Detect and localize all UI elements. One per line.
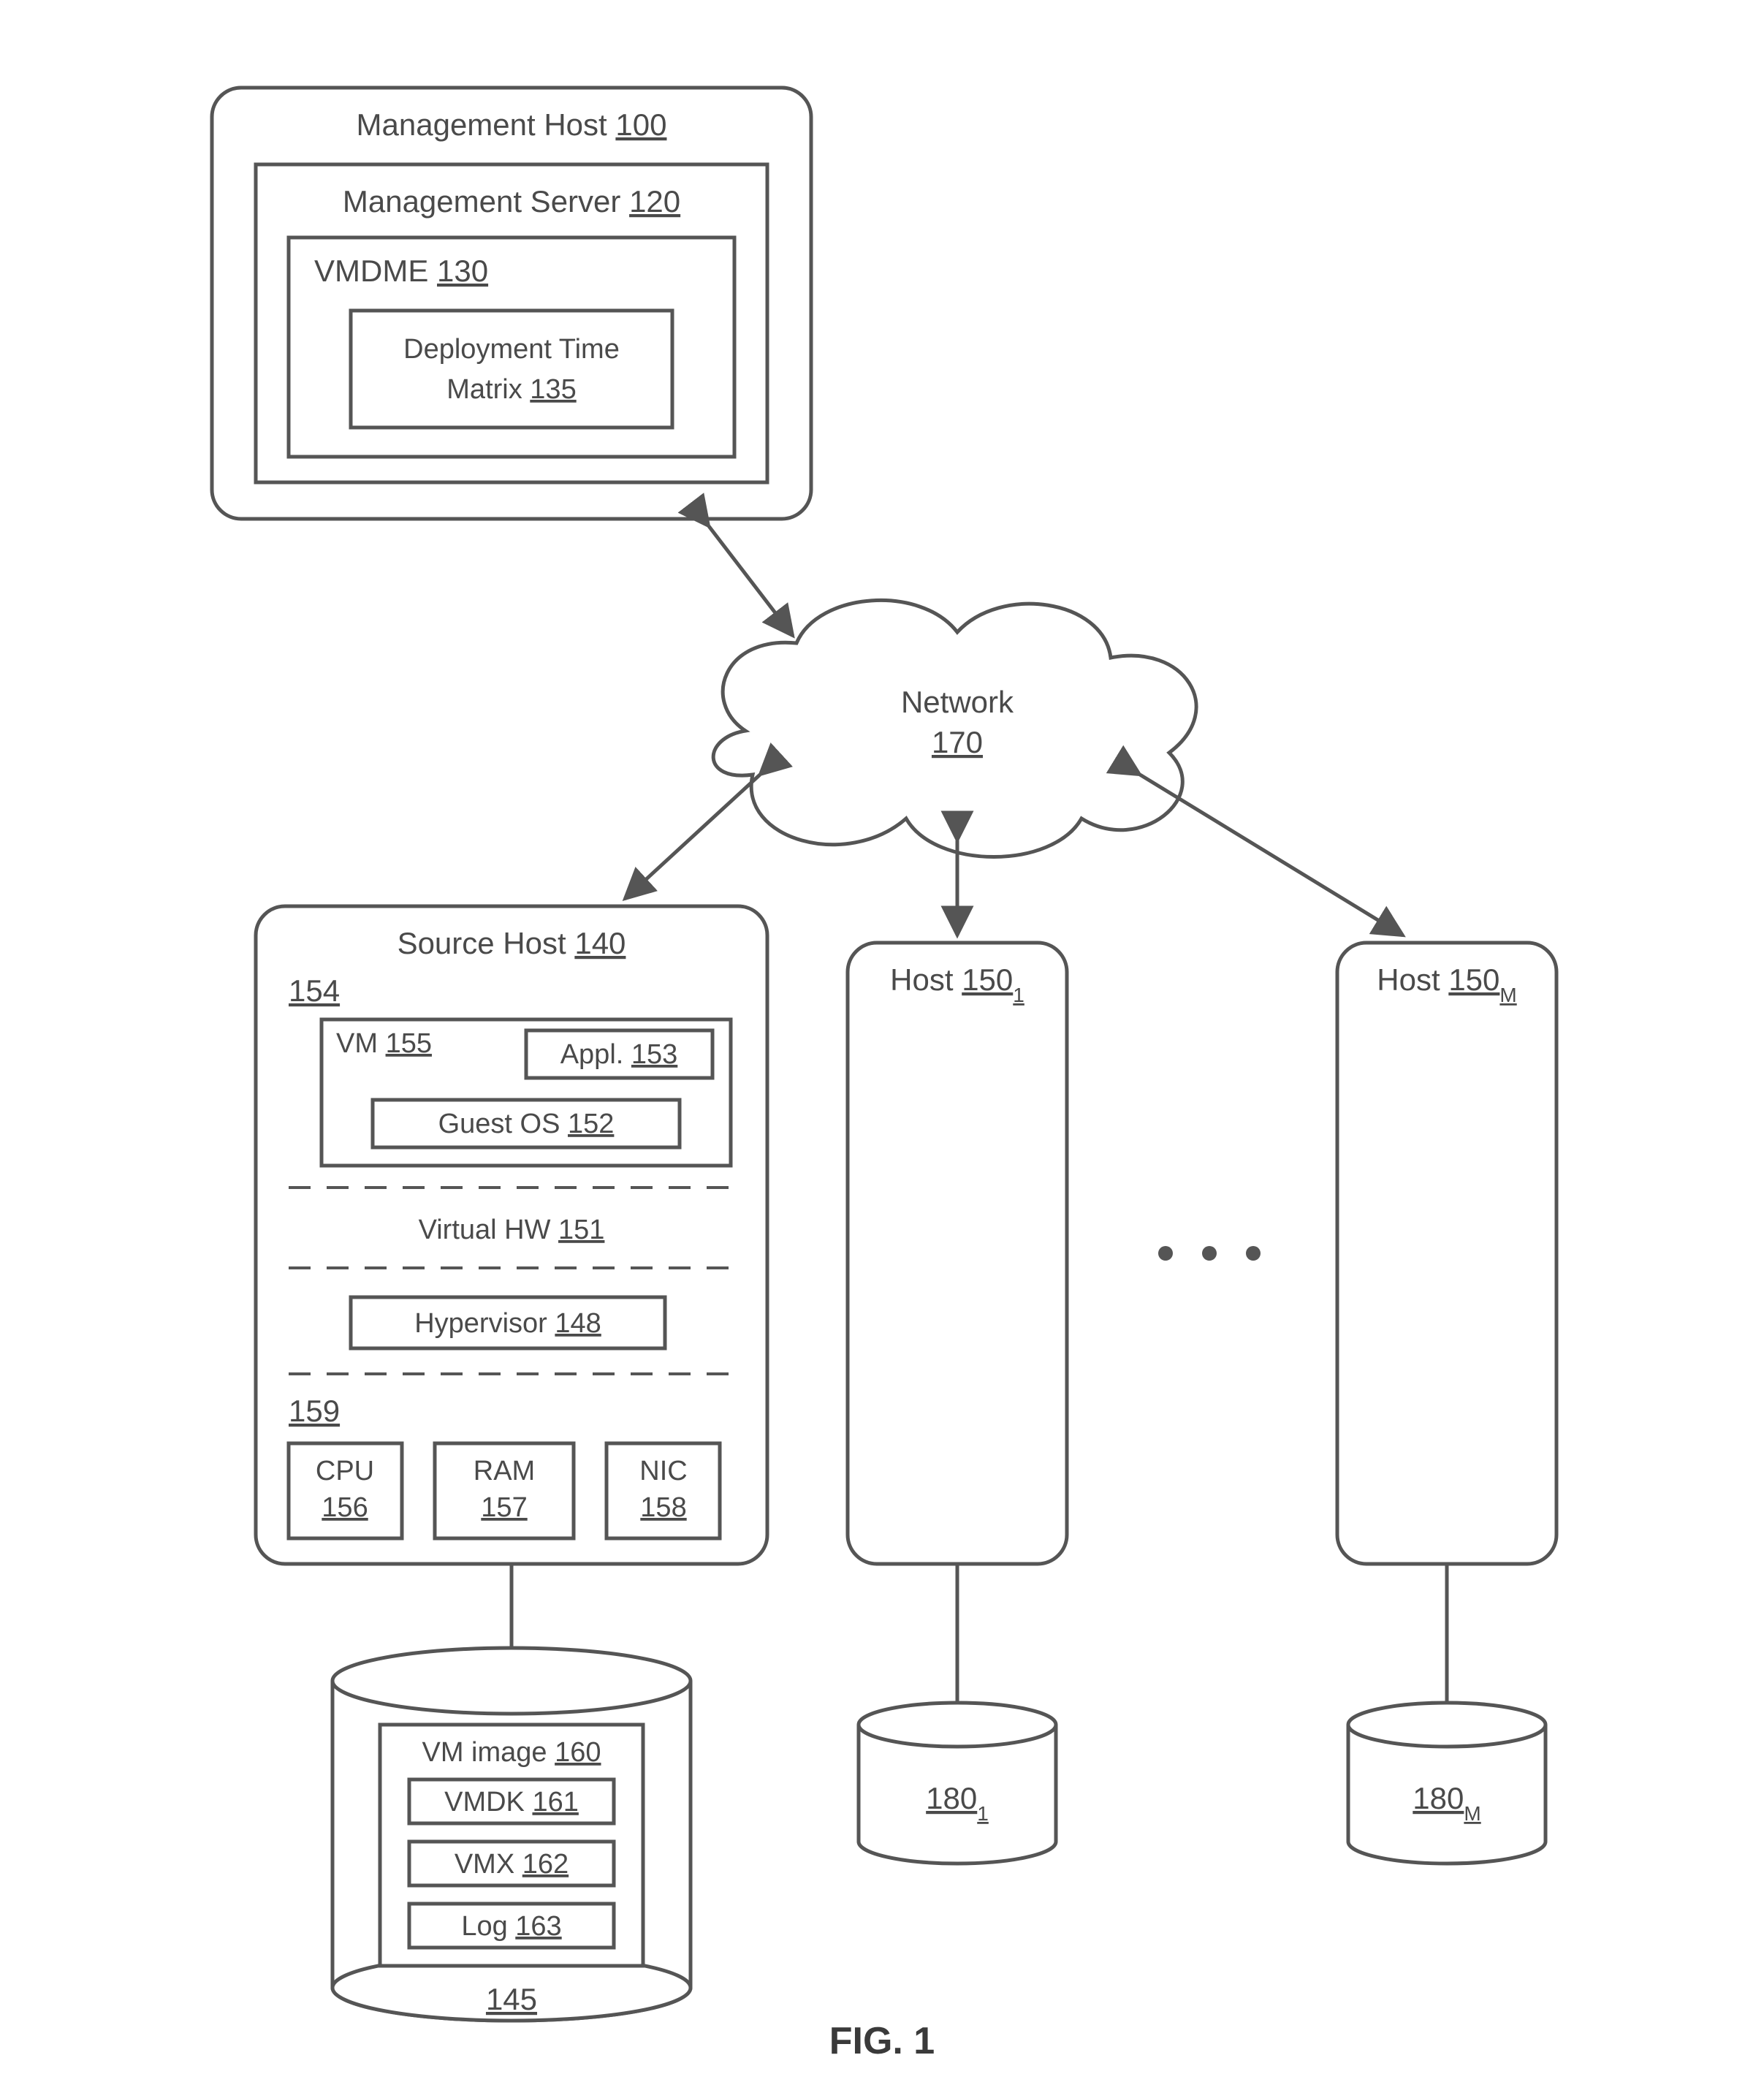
svg-text:VM 155: VM 155 <box>336 1028 432 1059</box>
arrow-mgmt-network <box>709 526 793 636</box>
host1-label: Host <box>890 962 954 997</box>
vm-ref: 155 <box>386 1028 432 1059</box>
figure-1-diagram: Management Host 100 Management Server 12… <box>0 0 1764 2074</box>
svg-text:VMX 162: VMX 162 <box>455 1849 569 1880</box>
svg-text:Management Host 100: Management Host 100 <box>357 107 667 142</box>
svg-text:Hypervisor 148: Hypervisor 148 <box>414 1308 601 1339</box>
hostm-label: Host <box>1377 962 1440 997</box>
svg-text:VMDK 161: VMDK 161 <box>444 1787 579 1817</box>
log-label: Log <box>461 1911 507 1942</box>
management-host-box: Management Host 100 Management Server 12… <box>212 88 811 519</box>
hostm-ref: 150 <box>1448 962 1499 997</box>
vmx-ref: 162 <box>522 1849 569 1880</box>
guestos-label: Guest OS <box>438 1109 560 1139</box>
svg-text:180M: 180M <box>1413 1781 1480 1825</box>
hypervisor-ref: 148 <box>555 1308 601 1339</box>
disk180m-ref: 180 <box>1413 1781 1464 1815</box>
ellipsis-dots <box>1158 1246 1261 1261</box>
dtm-ref: 135 <box>530 374 576 405</box>
svg-text:Matrix 135: Matrix 135 <box>446 374 576 405</box>
arrow-network-hostm <box>1140 775 1403 935</box>
log-ref: 163 <box>515 1911 561 1942</box>
svg-text:Log 163: Log 163 <box>461 1911 561 1942</box>
ref-154: 154 <box>289 973 340 1008</box>
disk-180-m: 180M <box>1348 1703 1546 1864</box>
vmimage-label: VM image <box>422 1737 547 1768</box>
vmdk-label: VMDK <box>444 1787 525 1817</box>
host-1-box: Host 1501 <box>848 943 1067 1564</box>
cpu-ref: 156 <box>322 1492 368 1523</box>
svg-text:1801: 1801 <box>926 1781 989 1825</box>
disk-145: VM image 160 VMDK 161 VMX 162 Log 163 14… <box>332 1648 691 2021</box>
vmx-label: VMX <box>455 1849 514 1880</box>
disk1801-ref: 180 <box>926 1781 977 1815</box>
ref-159: 159 <box>289 1394 340 1428</box>
svg-text:VM image 160: VM image 160 <box>422 1737 601 1768</box>
management-host-ref: 100 <box>615 107 666 142</box>
figure-caption: FIG. 1 <box>829 2020 935 2062</box>
nic-label: NIC <box>639 1456 687 1486</box>
dtm-line1: Deployment Time <box>403 334 620 365</box>
disk-180-1: 1801 <box>859 1703 1056 1864</box>
host-m-box: Host 150M <box>1337 943 1556 1564</box>
svg-text:Source Host 140: Source Host 140 <box>398 926 626 960</box>
dtm-line2: Matrix <box>446 374 522 405</box>
arrow-network-source <box>625 775 760 899</box>
guestos-ref: 152 <box>568 1109 614 1139</box>
network-cloud: Network 170 <box>713 600 1196 856</box>
svg-text:Management Server 12: Management Server 120 <box>343 184 680 219</box>
management-server-label: Management Server <box>343 184 621 219</box>
virtualhw-ref: 151 <box>558 1215 604 1245</box>
svg-text:Guest OS 152: Guest OS 152 <box>438 1109 615 1139</box>
disk145-ref: 145 <box>486 1982 537 2016</box>
network-label: Network <box>901 685 1014 719</box>
management-server-ref: 120 <box>629 184 680 219</box>
vmimage-ref: 160 <box>555 1737 601 1768</box>
vm-label: VM <box>336 1028 378 1059</box>
network-ref: 170 <box>932 725 983 759</box>
appl-label: Appl. <box>560 1039 624 1070</box>
nic-box: NIC 158 <box>607 1443 720 1538</box>
svg-text:Appl. 153: Appl. 153 <box>560 1039 678 1070</box>
host1-ref: 150 <box>962 962 1013 997</box>
disk180m-sub: M <box>1464 1802 1480 1825</box>
hypervisor-label: Hypervisor <box>414 1308 547 1339</box>
host1-sub: 1 <box>1013 984 1024 1006</box>
cpu-box: CPU 156 <box>289 1443 402 1538</box>
management-host-label: Management Host <box>357 107 608 142</box>
ram-label: RAM <box>474 1456 535 1486</box>
source-host-ref: 140 <box>574 926 626 960</box>
svg-text:VMDME 130: VMDME 130 <box>314 254 488 288</box>
vmdme-ref: 130 <box>437 254 488 288</box>
ram-ref: 157 <box>481 1492 527 1523</box>
virtualhw-label: Virtual HW <box>419 1215 551 1245</box>
vmdme-label: VMDME <box>314 254 428 288</box>
nic-ref: 158 <box>640 1492 686 1523</box>
disk1801-sub: 1 <box>977 1802 989 1825</box>
vmdk-ref: 161 <box>532 1787 578 1817</box>
hostm-sub: M <box>1499 984 1516 1006</box>
ram-box: RAM 157 <box>435 1443 574 1538</box>
appl-ref: 153 <box>631 1039 677 1070</box>
cpu-label: CPU <box>316 1456 374 1486</box>
source-host-box: Source Host 140 154 VM 155 Appl. 153 Gue… <box>256 906 767 1564</box>
svg-text:Virtual HW 151: Virtual HW 151 <box>419 1215 605 1245</box>
source-host-label: Source Host <box>398 926 566 960</box>
